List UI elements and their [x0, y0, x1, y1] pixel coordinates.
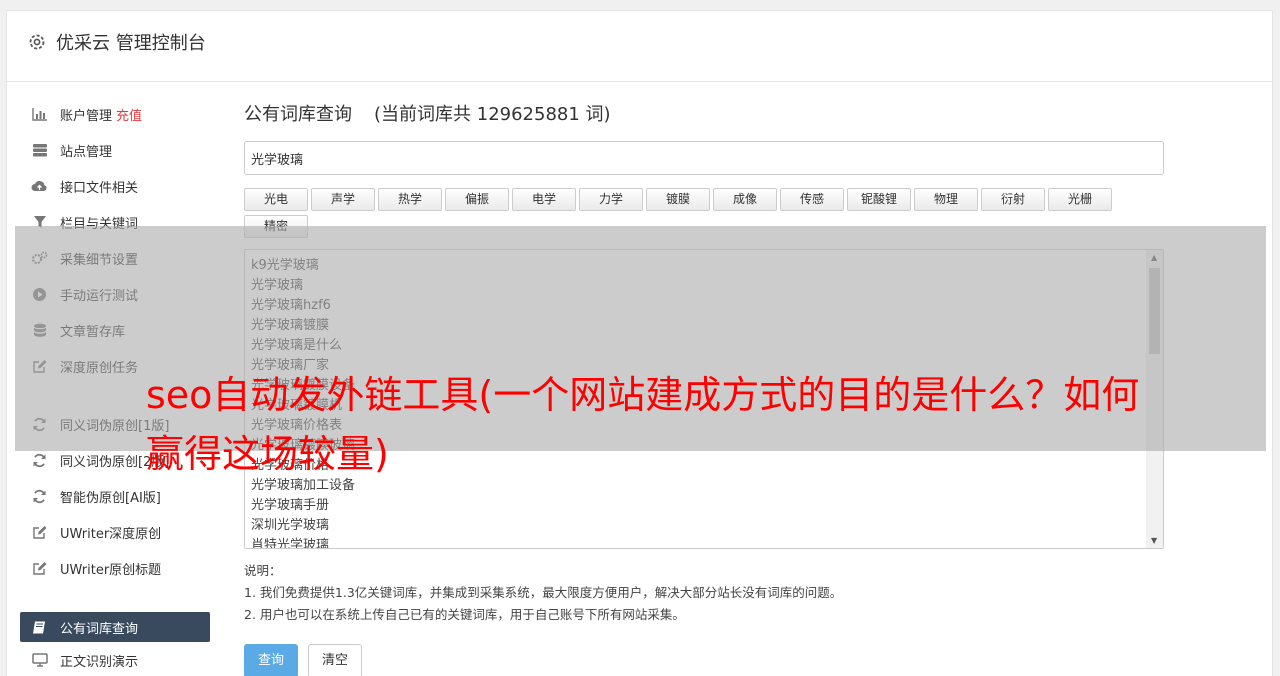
notes-title: 说明：: [244, 563, 282, 578]
action-buttons: 查询 清空: [244, 644, 362, 676]
sidebar-item[interactable]: UWriter原创标题: [20, 550, 210, 586]
tag-button[interactable]: 铌酸锂: [847, 188, 911, 211]
word-count-text: (当前词库共 129625881 词): [374, 104, 611, 125]
list-item[interactable]: 深圳光学玻璃: [251, 516, 1163, 536]
sidebar-item[interactable]: UWriter深度原创: [20, 514, 210, 550]
sidebar-item[interactable]: 站点管理: [20, 132, 210, 168]
sidebar-item-label: 智能伪原创[AI版]: [60, 490, 161, 506]
recharge-link[interactable]: 充值: [116, 105, 142, 124]
tag-button[interactable]: 偏振: [445, 188, 509, 211]
sidebar-item-label: 接口文件相关: [60, 180, 139, 196]
refresh-icon: [31, 452, 48, 469]
sidebar-item-label: UWriter深度原创: [60, 526, 162, 542]
tag-button[interactable]: 电学: [512, 188, 576, 211]
book-icon: [31, 619, 48, 636]
sidebar-item[interactable]: 公有词库查询: [20, 612, 210, 642]
sidebar-item[interactable]: 正文识别演示: [20, 642, 210, 676]
note-line: 2. 用户也可以在系统上传自己已有的关键词库，用于自己账号下所有网站采集。: [244, 607, 685, 622]
refresh-icon: [31, 488, 48, 505]
tag-button[interactable]: 光电: [244, 188, 308, 211]
tag-button[interactable]: 热学: [378, 188, 442, 211]
cloud-upload-icon: [31, 178, 48, 195]
tag-button[interactable]: 成像: [713, 188, 777, 211]
top-bar: 优采云 管理控制台: [7, 11, 1272, 82]
tag-button[interactable]: 衍射: [981, 188, 1045, 211]
edit-icon: [31, 560, 48, 577]
sidebar-item[interactable]: 账户管理 充值: [20, 96, 210, 132]
tag-button[interactable]: 声学: [311, 188, 375, 211]
tag-button[interactable]: 镀膜: [646, 188, 710, 211]
page-title: 公有词库查询 (当前词库共 129625881 词): [244, 100, 1164, 130]
scroll-down-icon[interactable]: ▼: [1151, 536, 1157, 545]
sidebar-item[interactable]: 接口文件相关: [20, 168, 210, 204]
bar-chart-icon: [31, 106, 48, 123]
edit-icon: [31, 524, 48, 541]
clear-button[interactable]: 清空: [308, 644, 362, 676]
query-button[interactable]: 查询: [244, 644, 298, 676]
tag-button[interactable]: 光栅: [1048, 188, 1112, 211]
list-item[interactable]: 肖特光学玻璃: [251, 536, 1163, 548]
app-title: 优采云 管理控制台: [56, 33, 206, 54]
tag-button[interactable]: 传感: [780, 188, 844, 211]
page-title-text: 公有词库查询: [244, 104, 352, 125]
server-icon: [31, 142, 48, 159]
tag-button[interactable]: 物理: [914, 188, 978, 211]
sidebar-item-label: 正文识别演示: [60, 654, 139, 670]
sidebar-item-label: 站点管理: [60, 144, 113, 160]
sidebar-item-label: 账户管理: [60, 108, 113, 124]
keyword-search-input[interactable]: 光学玻璃: [244, 141, 1164, 175]
overlay-banner-text: seo自动发外链工具(一个网站建成方式的目的是什么？如何赢得这场较量): [146, 373, 1140, 476]
gear-icon: [29, 34, 45, 50]
monitor-icon: [31, 652, 48, 669]
sidebar-item-label: UWriter原创标题: [60, 562, 162, 578]
note-line: 1. 我们免费提供1.3亿关键词库，并集成到采集系统，最大限度方便用户，解决大部…: [244, 585, 843, 600]
notes: 说明： 1. 我们免费提供1.3亿关键词库，并集成到采集系统，最大限度方便用户，…: [244, 560, 842, 626]
sidebar-item-label: 公有词库查询: [60, 621, 139, 637]
list-item[interactable]: 光学玻璃手册: [251, 496, 1163, 516]
tag-button[interactable]: 力学: [579, 188, 643, 211]
main-panel: 公有词库查询 (当前词库共 129625881 词) 光学玻璃 光电 声学 热学 偏振电…: [244, 100, 1164, 676]
